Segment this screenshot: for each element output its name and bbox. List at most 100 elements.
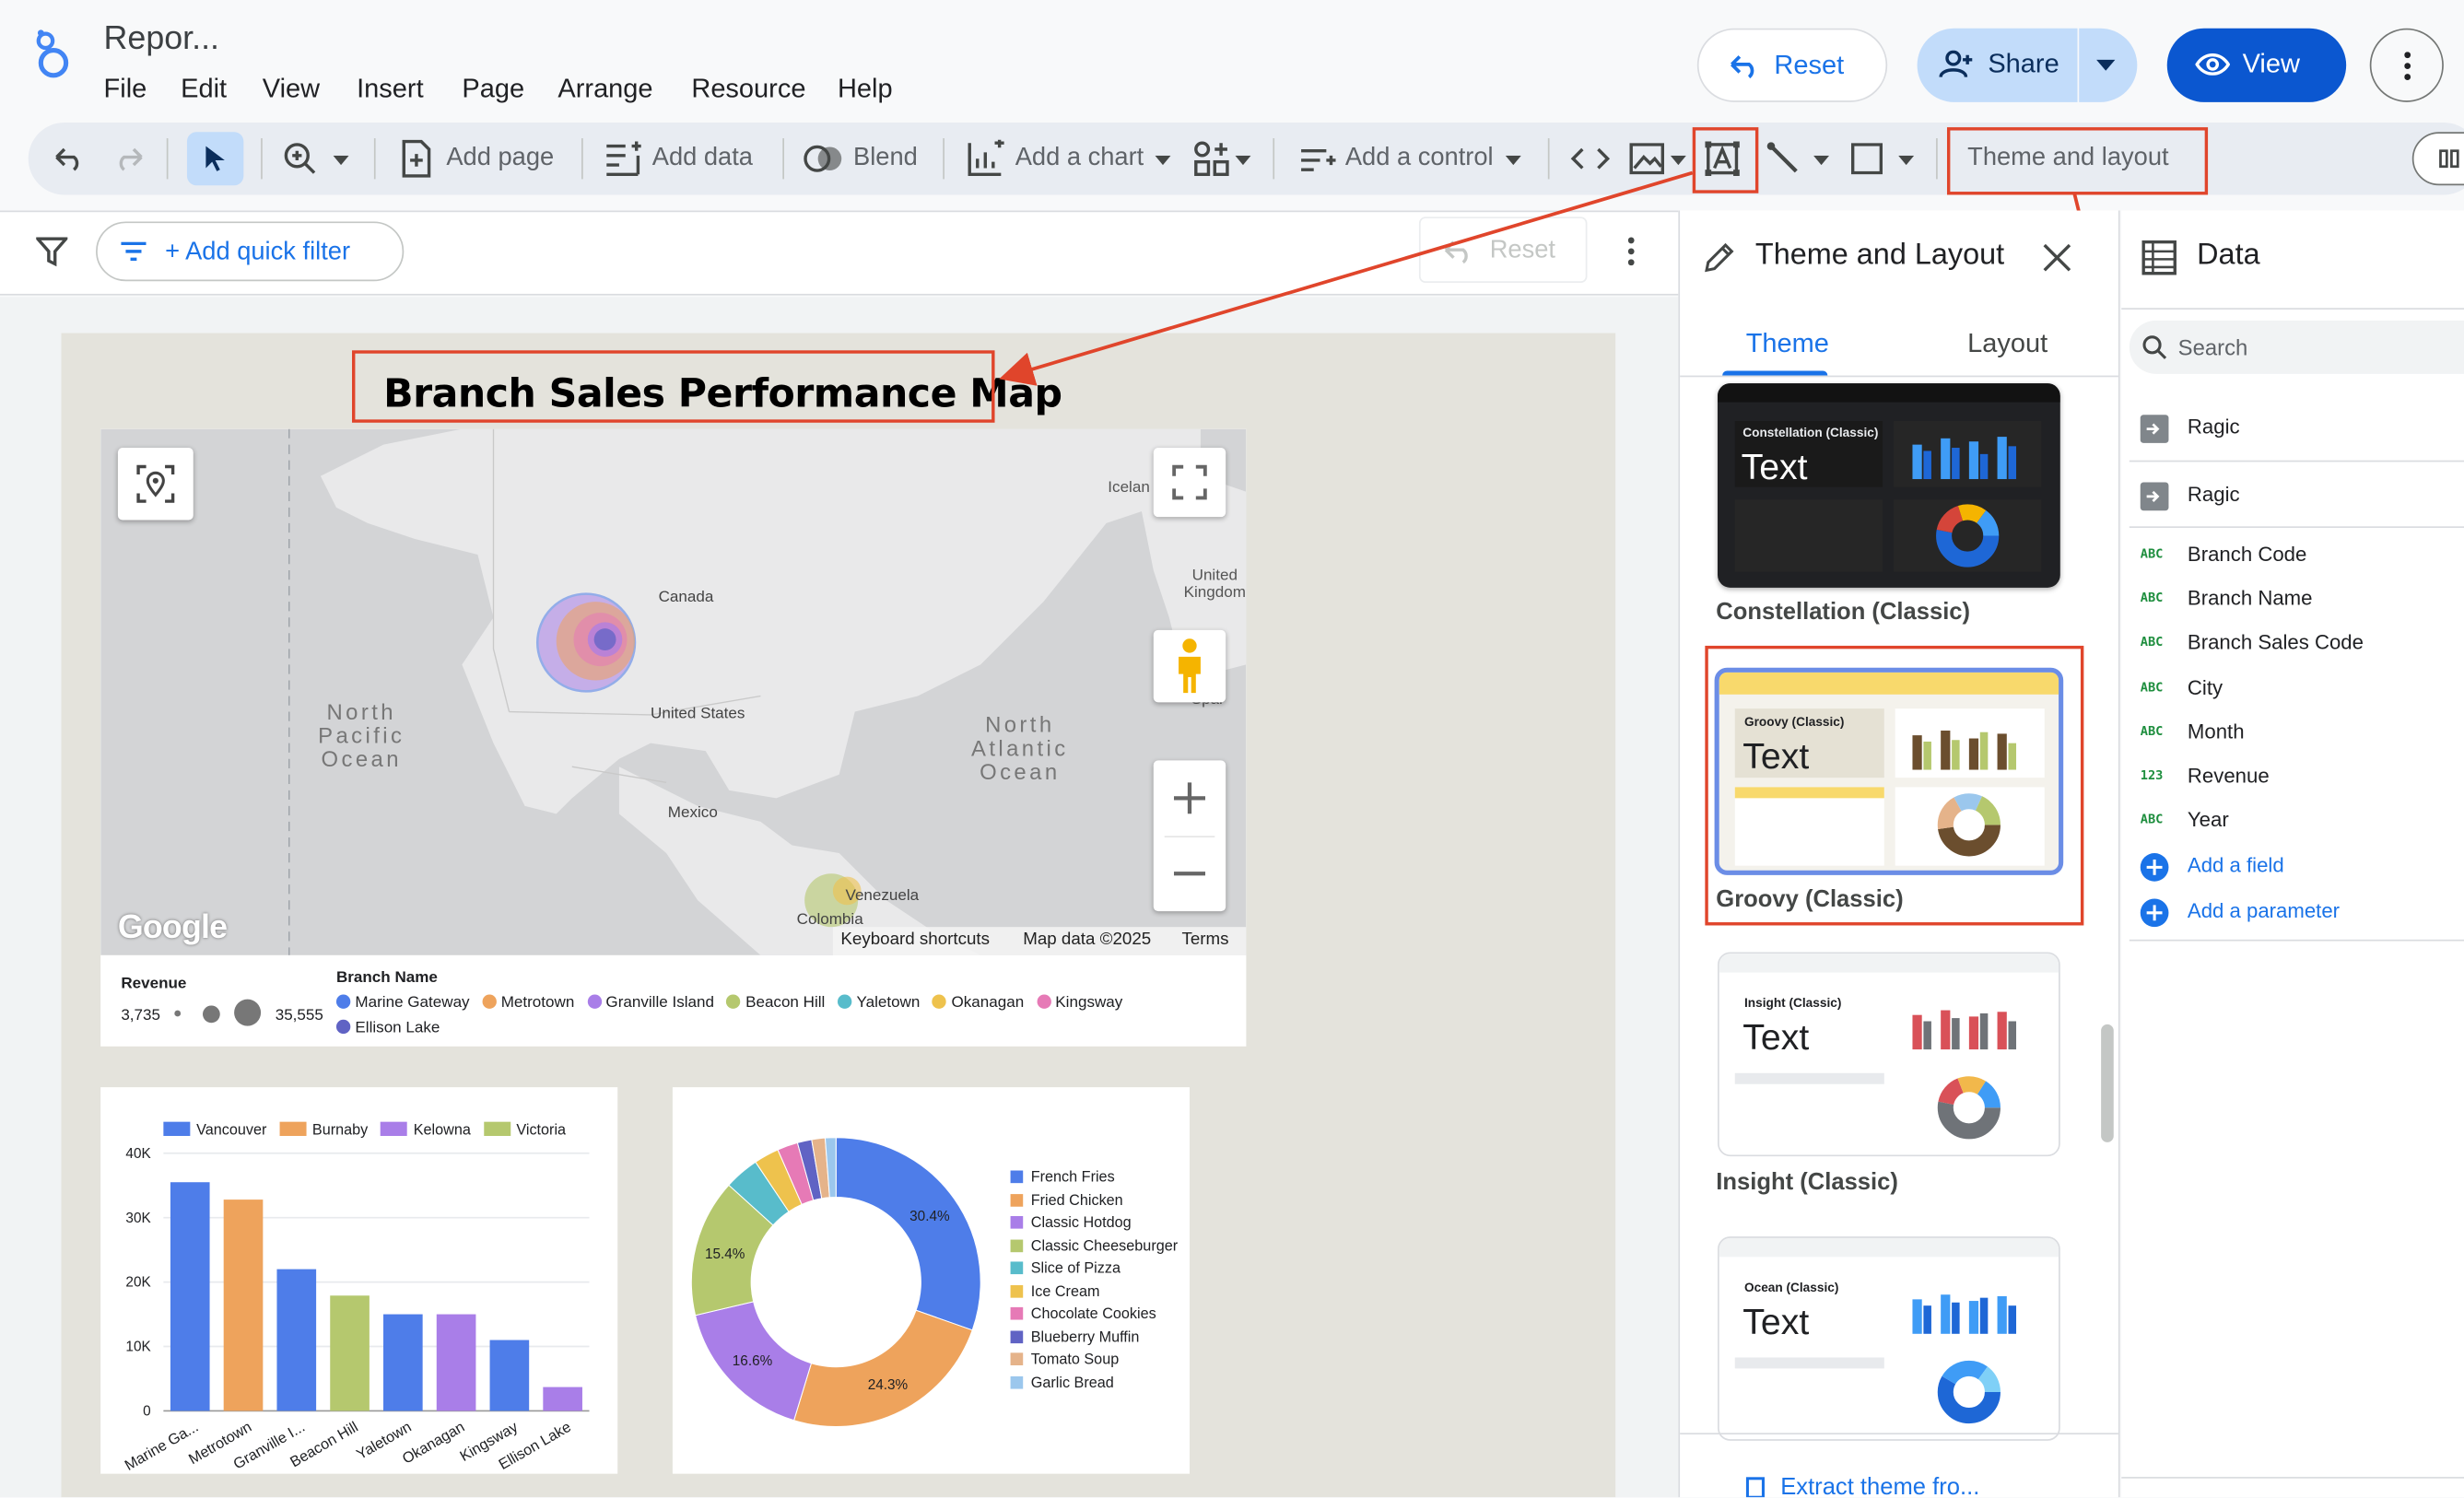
- bar-chart-card[interactable]: Vancouver Burnaby Kelowna Victoria 40K 30K 20…: [100, 1087, 618, 1474]
- theme-card-insight[interactable]: Insight (Classic) Text: [1718, 952, 2060, 1157]
- view-button[interactable]: View: [2166, 28, 2347, 102]
- extract-icon: [1742, 1475, 1767, 1498]
- undo-icon[interactable]: [51, 141, 88, 176]
- add-control-button[interactable]: Add a control: [1345, 145, 1494, 173]
- field-name: Month: [2187, 719, 2245, 743]
- select-pointer-icon[interactable]: [186, 132, 244, 186]
- map-label-us: United States: [651, 705, 745, 723]
- bar[interactable]: [276, 1269, 317, 1411]
- zoom-icon[interactable]: [280, 140, 321, 178]
- pie-legend-label: Ice Cream: [1030, 1282, 1100, 1301]
- close-icon[interactable]: [2038, 239, 2076, 276]
- add-page-icon[interactable]: [397, 138, 435, 179]
- add-quick-filter-label: + Add quick filter: [165, 239, 351, 266]
- text-type-icon: ABC: [2140, 813, 2164, 827]
- search-icon: [2141, 334, 2169, 362]
- looker-studio-logo[interactable]: [29, 29, 76, 82]
- tab-theme[interactable]: Theme: [1746, 328, 1829, 359]
- menu-view[interactable]: View: [263, 74, 320, 105]
- filter-more-icon[interactable]: [1619, 232, 1644, 270]
- embed-code-icon[interactable]: [1568, 141, 1613, 176]
- zoom-in-icon[interactable]: [1154, 760, 1226, 836]
- bar[interactable]: [330, 1295, 370, 1411]
- theme-card-ocean[interactable]: Ocean (Classic) Text: [1718, 1236, 2060, 1441]
- pie-legend-label: Chocolate Cookies: [1030, 1305, 1156, 1323]
- community-viz-caret-icon[interactable]: [1234, 152, 1252, 168]
- branch-legend-label: Marine Gateway: [355, 994, 470, 1012]
- line-icon[interactable]: [1763, 140, 1803, 178]
- add-quick-filter-button[interactable]: + Add quick filter: [96, 221, 405, 282]
- menu-insert[interactable]: Insert: [357, 74, 424, 105]
- menu-file[interactable]: File: [104, 74, 147, 105]
- tab-layout[interactable]: Layout: [1967, 328, 2047, 359]
- menu-edit[interactable]: Edit: [181, 74, 227, 105]
- branch-legend-item: Kingsway: [1036, 993, 1122, 1015]
- image-caret-icon[interactable]: [1669, 152, 1687, 168]
- bar[interactable]: [383, 1314, 423, 1411]
- bar[interactable]: [543, 1387, 582, 1411]
- share-dropdown-button[interactable]: [2079, 28, 2138, 102]
- menu-help[interactable]: Help: [838, 74, 893, 105]
- extract-theme-button[interactable]: Extract theme fro...: [1780, 1474, 1979, 1498]
- keyboard-shortcuts-link[interactable]: Keyboard shortcuts: [840, 930, 990, 949]
- shape-caret-icon[interactable]: [1896, 152, 1915, 168]
- theme-card-constellation[interactable]: Constellation (Classic) Text: [1718, 383, 2060, 588]
- map-data-label: Map data ©2025: [1023, 930, 1152, 950]
- add-chart-button[interactable]: Add a chart: [1015, 145, 1144, 173]
- street-view-pegman[interactable]: [1153, 629, 1226, 703]
- legend-dot-icon: [482, 994, 497, 1009]
- line-caret-icon[interactable]: [1812, 152, 1830, 168]
- add-chart-caret-icon[interactable]: [1154, 152, 1172, 168]
- panel-toggle-button[interactable]: [2411, 132, 2464, 186]
- reset-button[interactable]: Reset: [1696, 28, 1888, 102]
- shape-icon[interactable]: [1848, 140, 1886, 178]
- blend-icon[interactable]: [802, 141, 846, 176]
- more-options-button[interactable]: [2369, 28, 2444, 102]
- add-control-caret-icon[interactable]: [1504, 152, 1522, 168]
- add-page-button[interactable]: Add page: [446, 145, 554, 173]
- filter-reset-label: Reset: [1489, 237, 1555, 264]
- redo-icon[interactable]: [110, 141, 147, 176]
- map-label-canada: Canada: [658, 589, 714, 607]
- menu-resource[interactable]: Resource: [691, 74, 805, 105]
- share-button[interactable]: Share: [1917, 28, 2078, 102]
- add-data-button[interactable]: Add data: [652, 145, 753, 173]
- bar[interactable]: [223, 1200, 264, 1411]
- map-label-colombia: Colombia: [796, 911, 863, 929]
- filter-reset-button[interactable]: Reset: [1418, 217, 1588, 283]
- bar[interactable]: [489, 1340, 530, 1411]
- add-chart-icon[interactable]: [965, 138, 1005, 179]
- report-title[interactable]: Repor...: [104, 20, 219, 58]
- add-person-icon: [1939, 49, 1974, 80]
- pie-value-label: 30.4%: [909, 1209, 950, 1224]
- data-search-box[interactable]: Search: [2129, 320, 2464, 374]
- pie-slice[interactable]: [792, 1309, 973, 1427]
- terms-link[interactable]: Terms: [1181, 930, 1228, 949]
- add-data-icon[interactable]: [602, 138, 642, 179]
- bar-chart-svg: 40K30K20K10K0Marine Ga...MetrotownGranvi…: [122, 1146, 590, 1474]
- menu-page[interactable]: Page: [462, 74, 524, 105]
- eye-icon: [2194, 49, 2232, 80]
- image-icon[interactable]: [1628, 140, 1666, 178]
- map-chart[interactable]: Icelan United Kingdom Canada United Stat…: [100, 428, 1247, 1047]
- zoom-caret-icon[interactable]: [330, 152, 352, 168]
- add-control-icon[interactable]: [1295, 138, 1339, 179]
- map-locate-button[interactable]: [117, 448, 194, 521]
- community-viz-icon[interactable]: [1191, 138, 1232, 179]
- branch-legend-label: Ellison Lake: [355, 1019, 440, 1037]
- legend-dot-icon: [1036, 994, 1051, 1009]
- bar[interactable]: [436, 1314, 476, 1411]
- map-fullscreen-button[interactable]: [1153, 448, 1226, 518]
- branch-legend-item: Granville Island: [586, 993, 714, 1015]
- revenue-min: 3,735: [121, 1007, 161, 1024]
- legend-dot-icon: [838, 994, 852, 1009]
- bar[interactable]: [170, 1182, 210, 1411]
- theme-panel-scrollbar[interactable]: [2101, 1024, 2114, 1142]
- menu-arrange[interactable]: Arrange: [557, 74, 652, 105]
- pie-slice[interactable]: [835, 1137, 981, 1331]
- legend-swatch-icon: [1010, 1193, 1024, 1206]
- blend-button[interactable]: Blend: [853, 145, 918, 173]
- branch-legend-item: Ellison Lake: [335, 1018, 440, 1040]
- filter-icon[interactable]: [35, 234, 70, 269]
- zoom-out-icon[interactable]: [1154, 836, 1226, 911]
